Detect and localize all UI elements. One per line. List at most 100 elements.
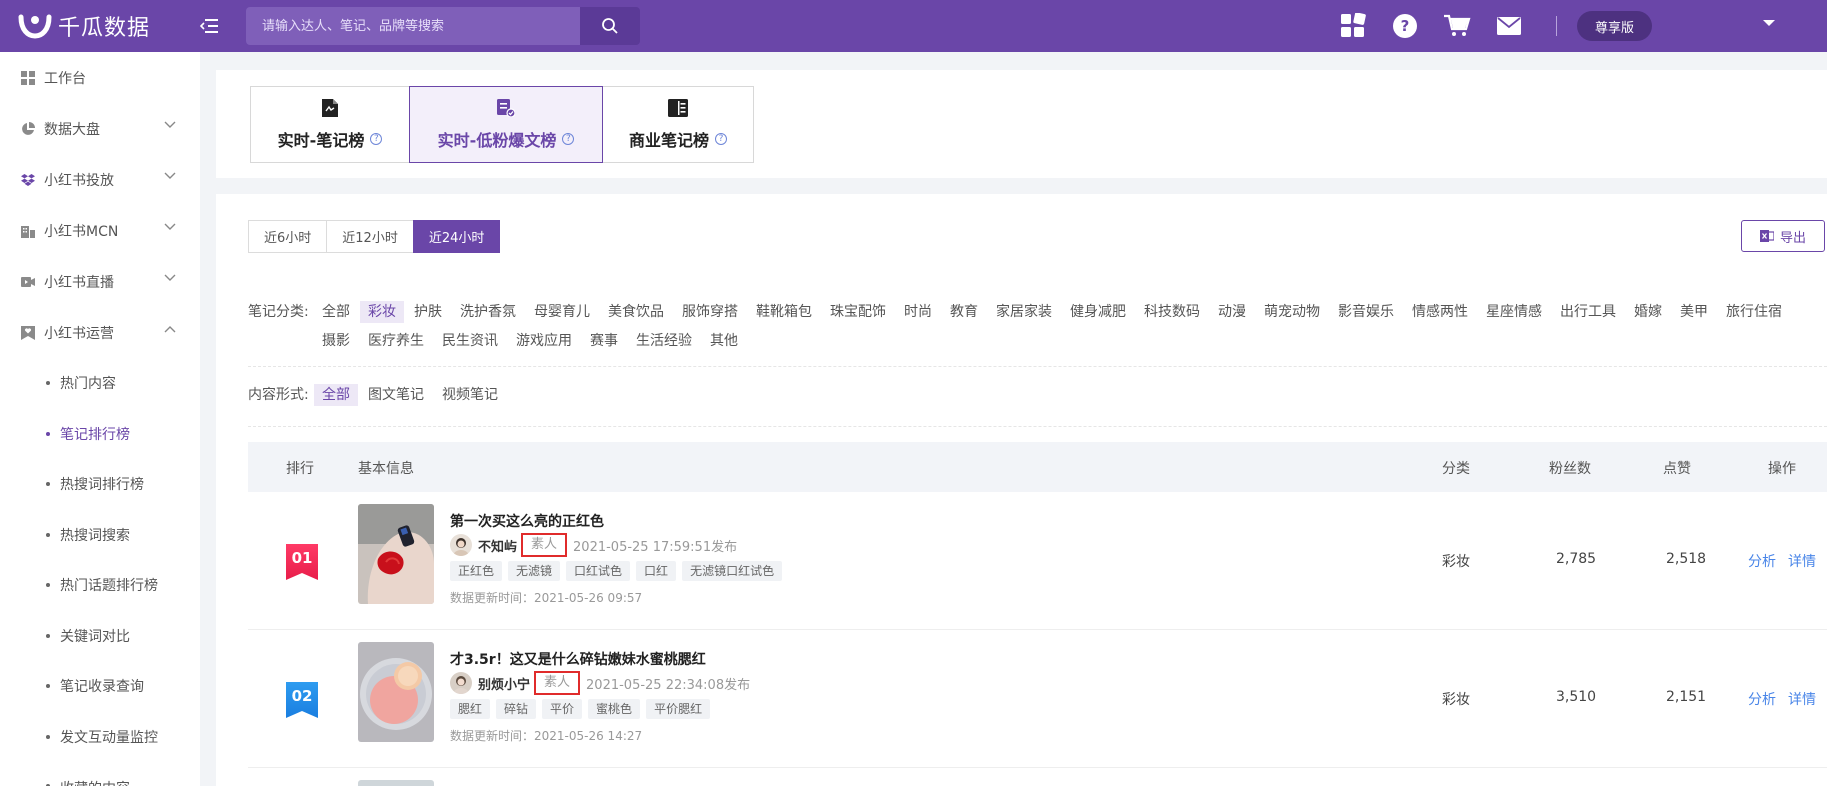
- category-chip[interactable]: 鞋靴箱包: [748, 301, 820, 323]
- export-button[interactable]: 导出: [1741, 220, 1825, 252]
- tag[interactable]: 碎钻: [496, 699, 537, 719]
- category-chip[interactable]: 护肤: [406, 301, 450, 323]
- ranking-panel: 近6小时 近12小时 近24小时 导出 笔记分类: 全部 彩妆 护肤 洗护香氛 母婴育儿…: [216, 194, 1827, 786]
- category-chip[interactable]: 彩妆: [360, 301, 404, 323]
- svg-text:02: 02: [292, 687, 313, 705]
- tab-realtime-notes[interactable]: 实时-笔记榜?: [250, 86, 410, 163]
- category-chip[interactable]: 其他: [702, 330, 746, 352]
- tag[interactable]: 平价: [542, 699, 583, 719]
- category-chip[interactable]: 萌宠动物: [1256, 301, 1328, 323]
- sidebar-item-data-overview[interactable]: 数据大盘: [0, 103, 200, 154]
- tag[interactable]: 无滤镜口红试色: [682, 561, 783, 581]
- chevron-down-icon: [164, 172, 176, 179]
- author-name[interactable]: 别烦小宁: [478, 674, 530, 693]
- help-circle-icon[interactable]: ?: [370, 132, 383, 145]
- bullet: [46, 583, 50, 588]
- category-chip[interactable]: 美食饮品: [600, 301, 672, 323]
- category-chip[interactable]: 洗护香氛: [452, 301, 524, 323]
- sidebar-item-xhs-ads[interactable]: 小红书投放: [0, 154, 200, 205]
- avatar[interactable]: [450, 534, 472, 556]
- help-circle-icon[interactable]: ?: [562, 132, 575, 145]
- detail-link[interactable]: 详情: [1788, 689, 1816, 709]
- subnav-note-ranking[interactable]: 笔记排行榜: [0, 409, 200, 460]
- tab-commercial-notes[interactable]: 商业笔记榜?: [602, 86, 754, 163]
- cart-icon[interactable]: [1442, 11, 1472, 41]
- category-chip[interactable]: 婚嫁: [1626, 301, 1670, 323]
- update-time: 数据更新时间：2021-05-26 09:57: [450, 591, 643, 605]
- category-chip[interactable]: 全部: [314, 301, 358, 323]
- time-tab-6h[interactable]: 近6小时: [248, 220, 328, 253]
- category-chip[interactable]: 动漫: [1210, 301, 1254, 323]
- table-row[interactable]: 02 才3.5r！这又是什么碎钻嫩妹水蜜桃腮红 别烦小宁 素人 2021-05-…: [248, 630, 1827, 768]
- category-chip[interactable]: 出行工具: [1552, 301, 1624, 323]
- category-chip[interactable]: 赛事: [582, 330, 626, 352]
- logo[interactable]: 千瓜数据: [18, 10, 178, 42]
- detail-link[interactable]: 详情: [1788, 551, 1816, 571]
- time-tab-12h[interactable]: 近12小时: [326, 220, 414, 253]
- tag[interactable]: 蜜桃色: [588, 699, 641, 719]
- note-title[interactable]: 第一次买这么亮的正红色: [450, 511, 604, 531]
- sidebar-item-xhs-mcn[interactable]: 小红书MCN: [0, 205, 200, 256]
- tag[interactable]: 无滤镜: [508, 561, 561, 581]
- category-chip[interactable]: 游戏应用: [508, 330, 580, 352]
- category-chip[interactable]: 民生资讯: [434, 330, 506, 352]
- subnav-hot-content[interactable]: 热门内容: [0, 358, 200, 409]
- menu-collapse-icon[interactable]: [198, 15, 220, 37]
- note-title[interactable]: 才3.5r！这又是什么碎钻嫩妹水蜜桃腮红: [450, 649, 706, 669]
- category-chip[interactable]: 珠宝配饰: [822, 301, 894, 323]
- avatar[interactable]: [450, 672, 472, 694]
- category-chip[interactable]: 情感两性: [1404, 301, 1476, 323]
- subnav-hot-keyword-search[interactable]: 热搜词搜索: [0, 510, 200, 561]
- tab-realtime-low-fan-viral[interactable]: 实时-低粉爆文榜?: [409, 86, 603, 163]
- user-dropdown-icon[interactable]: [1762, 16, 1776, 32]
- app-name: 千瓜数据: [58, 16, 151, 41]
- category-chip[interactable]: 教育: [942, 301, 986, 323]
- analyze-link[interactable]: 分析: [1748, 689, 1776, 709]
- category-chip[interactable]: 旅行住宿: [1718, 301, 1790, 323]
- tag[interactable]: 口红试色: [566, 561, 631, 581]
- category-chip[interactable]: 医疗养生: [360, 330, 432, 352]
- category-chip[interactable]: 家居家装: [988, 301, 1060, 323]
- category-chip[interactable]: 健身减肥: [1062, 301, 1134, 323]
- sidebar-item-xhs-operations[interactable]: 小红书运营: [0, 307, 200, 358]
- category-chip[interactable]: 影音娱乐: [1330, 301, 1402, 323]
- book-icon: [668, 98, 688, 121]
- note-thumbnail[interactable]: [358, 642, 434, 742]
- category-chip[interactable]: 母婴育儿: [526, 301, 598, 323]
- tag[interactable]: 平价腮红: [646, 699, 711, 719]
- search-button[interactable]: [580, 7, 640, 45]
- sidebar-item-workbench[interactable]: 工作台: [0, 52, 200, 103]
- sidebar-item-xhs-live[interactable]: 小红书直播: [0, 256, 200, 307]
- tag[interactable]: 腮红: [450, 699, 491, 719]
- subnav-saved-content[interactable]: 收藏的内容: [0, 762, 200, 786]
- subnav-interaction-monitor[interactable]: 发文互动量监控: [0, 712, 200, 763]
- time-tab-24h[interactable]: 近24小时: [412, 220, 501, 253]
- format-chip[interactable]: 图文笔记: [360, 384, 432, 406]
- category-chip[interactable]: 生活经验: [628, 330, 700, 352]
- apps-icon[interactable]: [1338, 11, 1368, 41]
- note-thumbnail[interactable]: [358, 504, 434, 604]
- subnav-hot-keyword-ranking[interactable]: 热搜词排行榜: [0, 459, 200, 510]
- format-chip[interactable]: 全部: [314, 384, 358, 406]
- category-chip[interactable]: 科技数码: [1136, 301, 1208, 323]
- analyze-link[interactable]: 分析: [1748, 551, 1776, 571]
- tier-badge[interactable]: 尊享版: [1577, 11, 1653, 41]
- subnav-hot-topic-ranking[interactable]: 热门话题排行榜: [0, 560, 200, 611]
- subnav-keyword-compare[interactable]: 关键词对比: [0, 611, 200, 662]
- category-chip[interactable]: 星座情感: [1478, 301, 1550, 323]
- help-circle-icon[interactable]: ?: [715, 132, 727, 145]
- subnav-note-index-query[interactable]: 笔记收录查询: [0, 661, 200, 712]
- tag[interactable]: 口红: [636, 561, 677, 581]
- tag[interactable]: 正红色: [450, 561, 503, 581]
- category-chip[interactable]: 服饰穿搭: [674, 301, 746, 323]
- table-row[interactable]: 01 第一次买这么亮的正红色 不知屿 素人 2021-05-25 17:59:5…: [248, 492, 1827, 630]
- author-name[interactable]: 不知屿: [478, 536, 517, 555]
- category-chip[interactable]: 时尚: [896, 301, 940, 323]
- category-chip[interactable]: 美甲: [1672, 301, 1716, 323]
- format-chip[interactable]: 视频笔记: [434, 384, 506, 406]
- category-chip[interactable]: 摄影: [314, 330, 358, 352]
- mail-icon[interactable]: [1494, 11, 1524, 41]
- search-input[interactable]: [246, 7, 580, 45]
- help-icon[interactable]: ?: [1390, 11, 1420, 41]
- category-chips: 全部 彩妆 护肤 洗护香氛 母婴育儿 美食饮品 服饰穿搭 鞋靴箱包 珠宝配饰 时尚 教育 家居家装 健身…: [314, 301, 1827, 359]
